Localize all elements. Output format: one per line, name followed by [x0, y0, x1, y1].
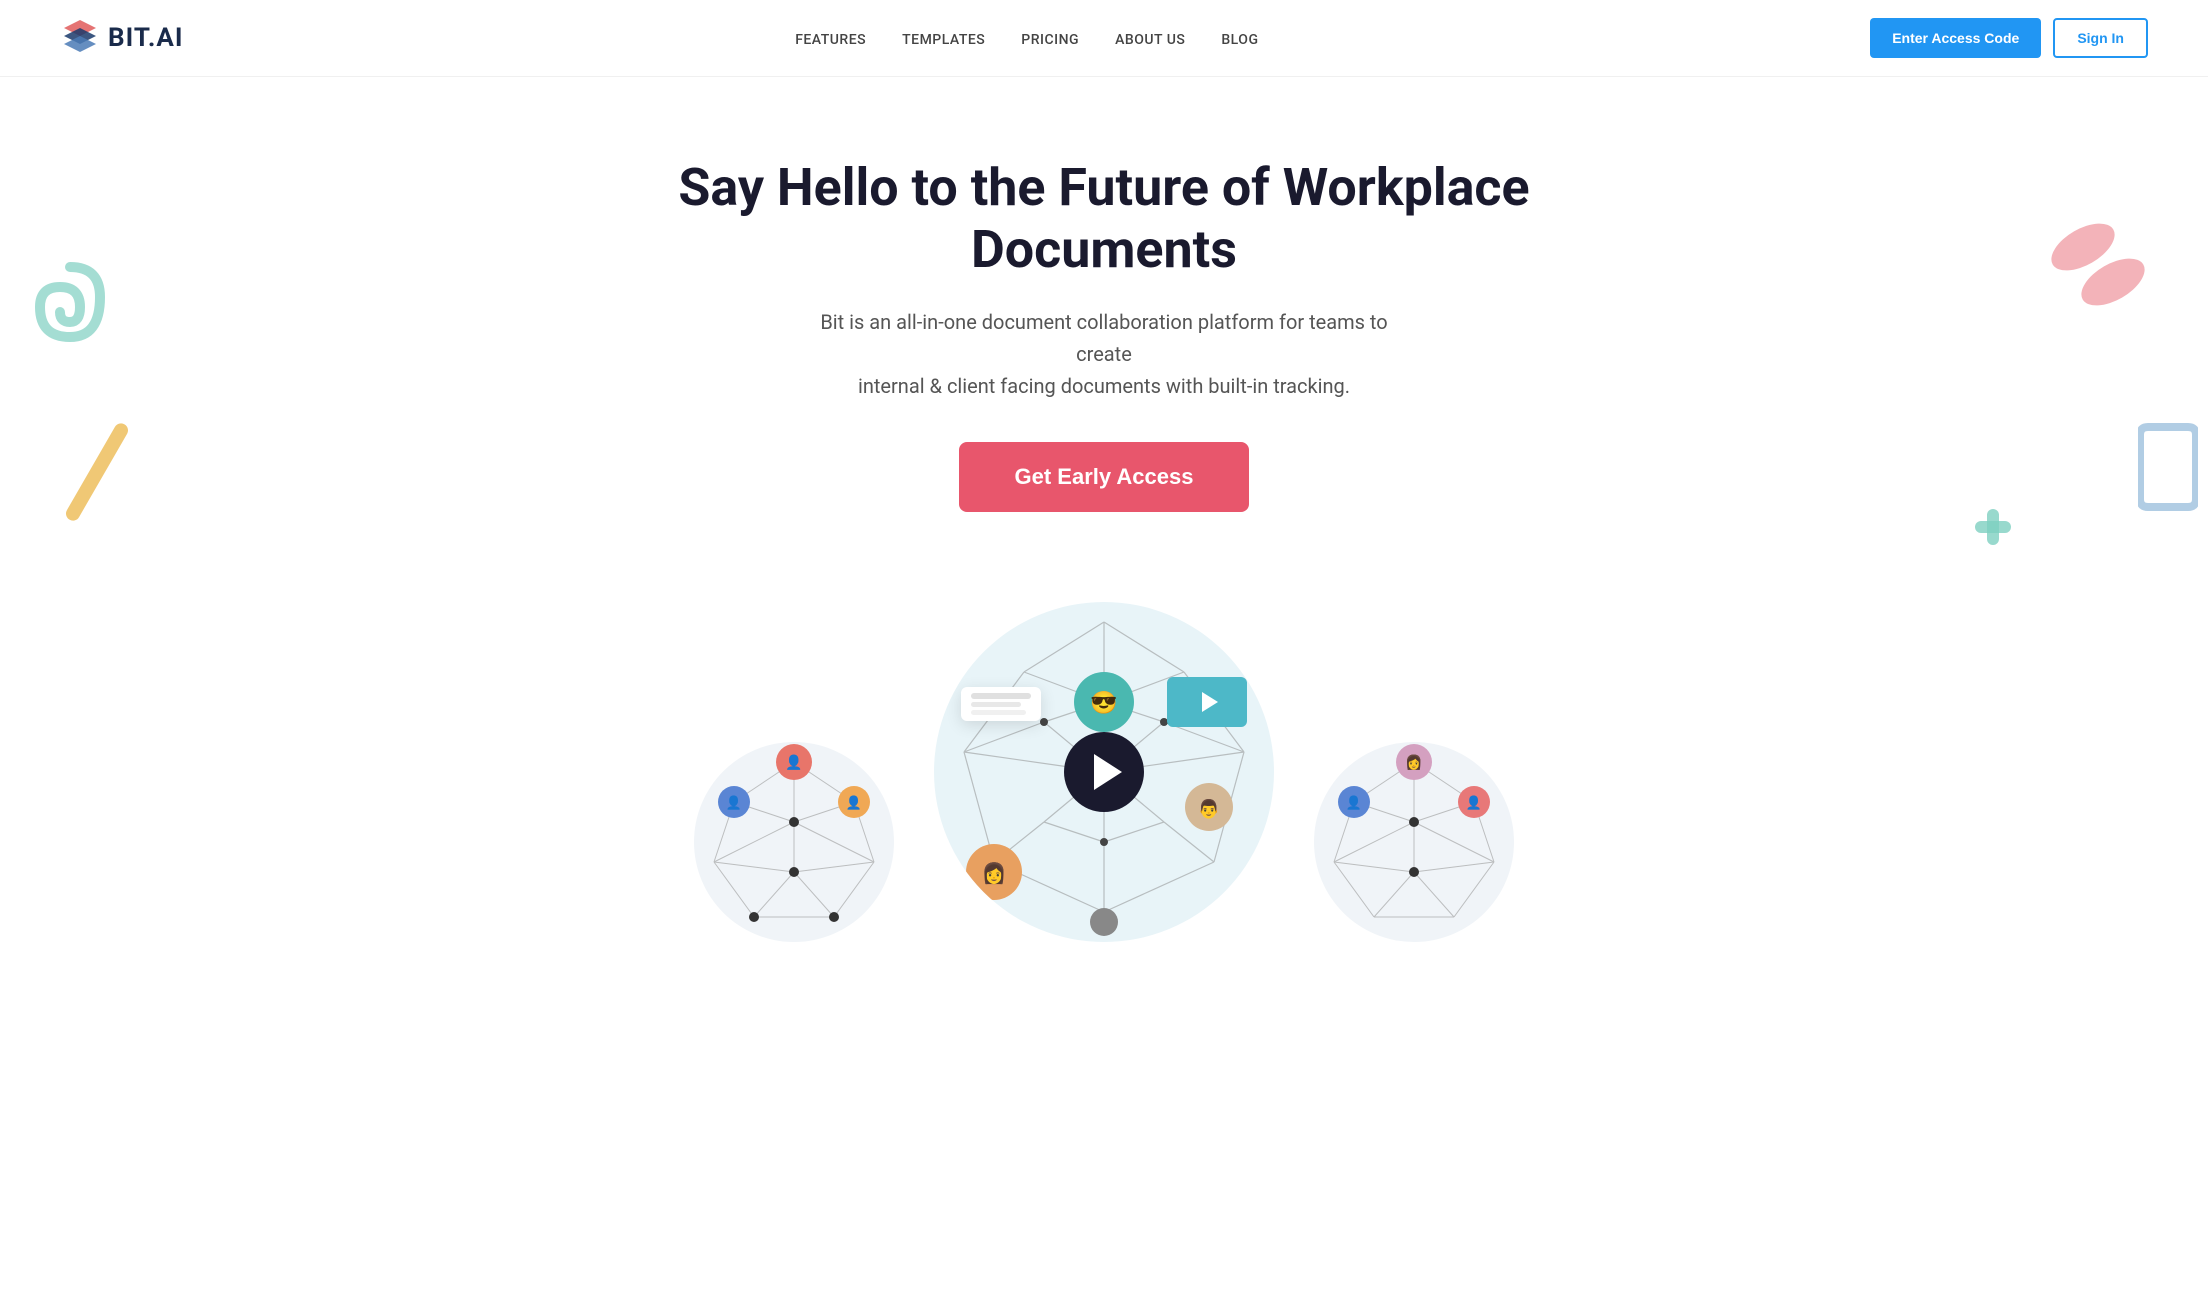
nav-item-blog[interactable]: BLOG	[1221, 29, 1258, 48]
network-section: 👤 👤 👤	[0, 572, 2208, 942]
hero-title: Say Hello to the Future of Workplace Doc…	[654, 157, 1554, 282]
svg-text:👤: 👤	[726, 795, 742, 811]
svg-text:😎: 😎	[1090, 690, 1117, 716]
svg-text:👤: 👤	[846, 795, 862, 811]
svg-text:👤: 👤	[1466, 795, 1482, 811]
floating-doc-card	[961, 687, 1041, 721]
svg-text:👨: 👨	[1198, 798, 1220, 820]
svg-text:👩: 👩	[1405, 754, 1422, 771]
hero-section: Say Hello to the Future of Workplace Doc…	[0, 77, 2208, 552]
play-button[interactable]	[1064, 732, 1144, 812]
deco-blue-chevron	[2138, 417, 2198, 521]
svg-text:👩: 👩	[982, 861, 1007, 885]
nav-item-pricing[interactable]: PRICING	[1021, 29, 1079, 48]
nav-item-features[interactable]: FEATURES	[795, 29, 866, 48]
network-svg-right: 👤 👩 👤	[1314, 742, 1514, 942]
get-early-access-button[interactable]: Get Early Access	[959, 442, 1250, 512]
nav-links: FEATURES TEMPLATES PRICING ABOUT US BLOG	[795, 29, 1258, 48]
nav-buttons: Enter Access Code Sign In	[1870, 18, 2148, 58]
logo-text: BIT.AI	[108, 23, 183, 53]
network-circle-right: 👤 👩 👤	[1314, 742, 1514, 942]
svg-text:👤: 👤	[1346, 795, 1362, 811]
navbar: BIT.AI FEATURES TEMPLATES PRICING ABOUT …	[0, 0, 2208, 77]
floating-video-card	[1167, 677, 1247, 727]
logo[interactable]: BIT.AI	[60, 18, 183, 58]
network-circle-center: 😎 👩 👨	[934, 602, 1274, 942]
svg-text:👤: 👤	[785, 754, 802, 771]
deco-paperclip-left	[20, 257, 120, 381]
deco-yellow-stick	[63, 421, 130, 523]
sign-in-button[interactable]: Sign In	[2053, 18, 2148, 58]
network-circle-left: 👤 👤 👤	[694, 742, 894, 942]
enter-access-code-button[interactable]: Enter Access Code	[1870, 18, 2041, 58]
deco-green-cross	[1973, 507, 2013, 551]
nav-item-templates[interactable]: TEMPLATES	[902, 29, 985, 48]
logo-icon	[60, 18, 100, 58]
nav-item-about[interactable]: ABOUT US	[1115, 29, 1185, 48]
deco-pink-leaf	[2043, 217, 2153, 321]
network-svg-left: 👤 👤 👤	[694, 742, 894, 942]
hero-subtitle: Bit is an all-in-one document collaborat…	[804, 306, 1404, 402]
